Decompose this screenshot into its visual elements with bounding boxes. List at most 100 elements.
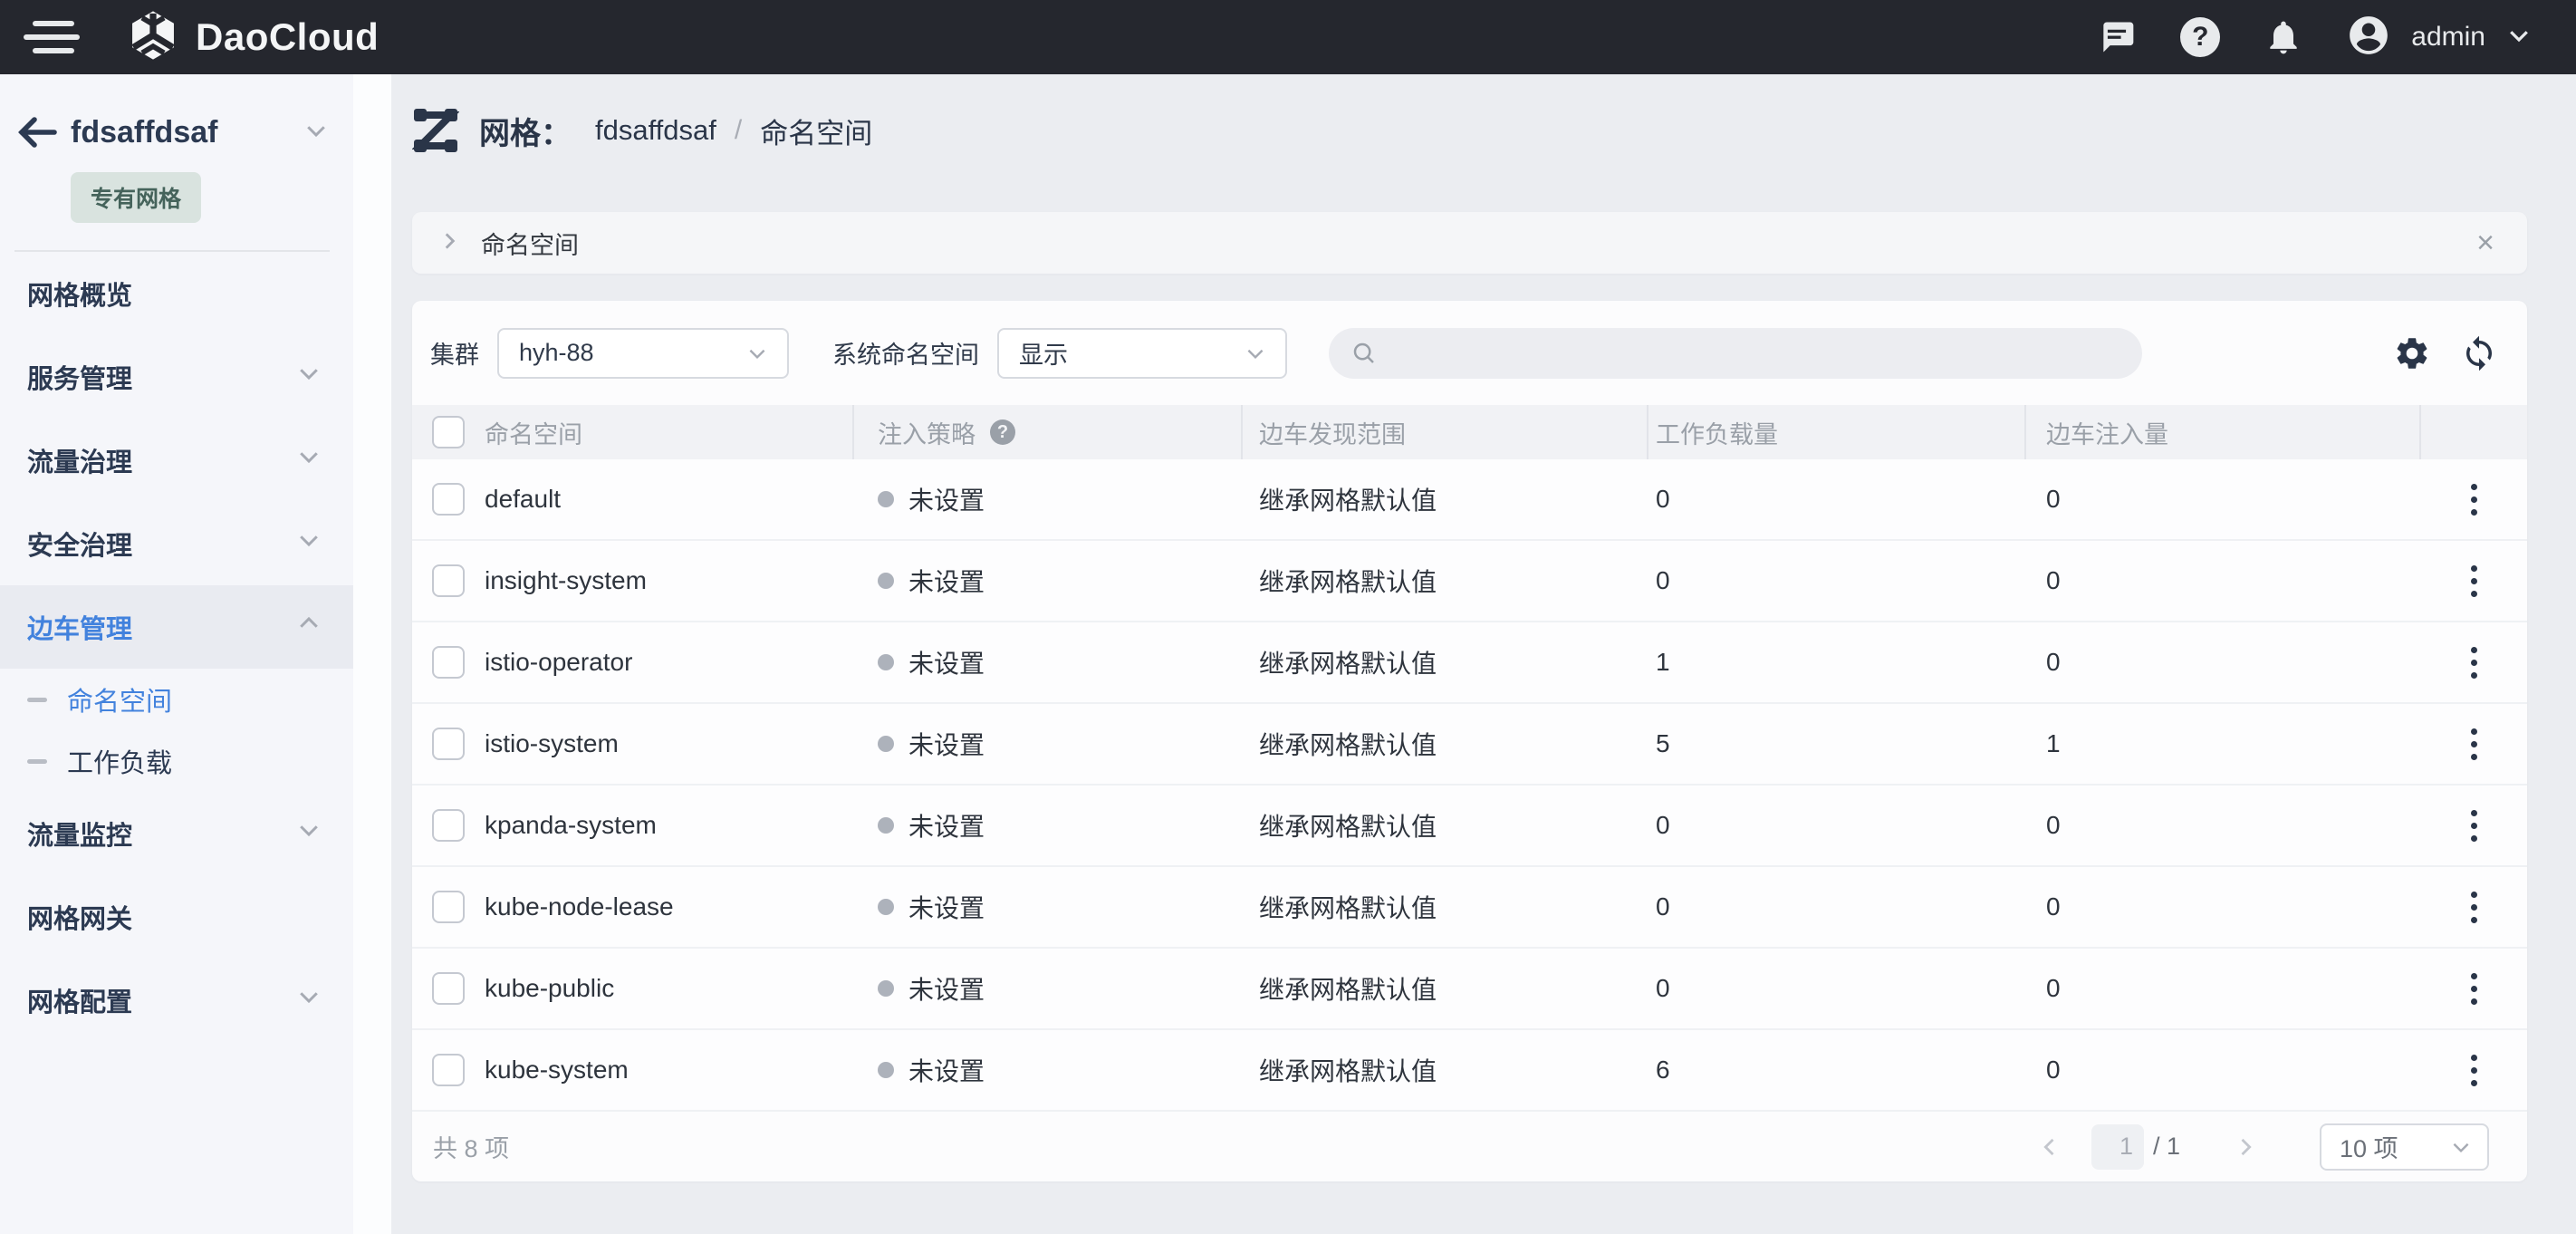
- brand-name: DaoCloud: [196, 15, 379, 59]
- scope-text: 继承网格默认值: [1243, 1052, 1648, 1088]
- collapsible-info-panel: 命名空间 ×: [412, 212, 2527, 274]
- scope-text: 继承网格默认值: [1243, 481, 1648, 517]
- next-page-chevron-icon[interactable]: [2227, 1129, 2264, 1165]
- scope-text: 继承网格默认值: [1243, 726, 1648, 762]
- namespace-name: kube-system: [485, 1056, 854, 1085]
- row-checkbox[interactable]: [432, 564, 465, 597]
- search-input[interactable]: [1392, 339, 2120, 367]
- policy-status-dot: [878, 980, 894, 997]
- menu-toggle-icon[interactable]: [24, 19, 80, 55]
- row-checkbox[interactable]: [432, 1054, 465, 1086]
- row-actions-kebab-icon[interactable]: [2464, 884, 2485, 930]
- injected-count: 0: [2026, 811, 2421, 840]
- row-actions-kebab-icon[interactable]: [2464, 1047, 2485, 1094]
- user-menu[interactable]: admin: [2346, 13, 2533, 63]
- policy-text: 未设置: [908, 481, 985, 517]
- sidebar-item-mesh-config[interactable]: 网格配置: [0, 959, 353, 1042]
- namespace-name: kube-node-lease: [485, 892, 854, 921]
- chevron-down-icon: [295, 526, 322, 561]
- sidebar-subitem-namespaces[interactable]: 命名空间: [0, 669, 353, 730]
- policy-text: 未设置: [908, 889, 985, 925]
- injection-policy-help-icon[interactable]: ?: [990, 419, 1015, 445]
- namespace-table-card: 集群 hyh-88 系统命名空间 显示: [412, 301, 2527, 1181]
- policy-text: 未设置: [908, 726, 985, 762]
- row-actions-kebab-icon[interactable]: [2464, 558, 2485, 604]
- sidebar-subitem-workloads[interactable]: 工作负载: [0, 730, 353, 792]
- workload-count: 1: [1648, 648, 2026, 677]
- row-actions-kebab-icon[interactable]: [2464, 966, 2485, 1012]
- injected-count: 1: [2026, 729, 2421, 758]
- notifications-bell-icon[interactable]: [2263, 16, 2304, 58]
- col-header-namespace: 命名空间: [485, 405, 854, 459]
- injected-count: 0: [2026, 485, 2421, 514]
- page-size-select[interactable]: 10 项: [2320, 1123, 2489, 1171]
- table-settings-gear-icon[interactable]: [2391, 333, 2433, 374]
- injected-count: 0: [2026, 974, 2421, 1003]
- sidebar-item-mesh-overview[interactable]: 网格概览: [0, 252, 353, 335]
- policy-text: 未设置: [908, 970, 985, 1007]
- row-actions-kebab-icon[interactable]: [2464, 640, 2485, 686]
- panel-title: 命名空间: [481, 226, 579, 261]
- scope-text: 继承网格默认值: [1243, 889, 1648, 925]
- row-checkbox[interactable]: [432, 483, 465, 516]
- panel-close-icon[interactable]: ×: [2476, 227, 2494, 258]
- sidebar-mesh-name: fdsaffdsaf: [71, 115, 303, 150]
- search-box: [1329, 328, 2142, 379]
- row-actions-kebab-icon[interactable]: [2464, 803, 2485, 849]
- sidebar-scrollbar-gutter[interactable]: [353, 74, 391, 1234]
- breadcrumb-mesh-name[interactable]: fdsaffdsaf: [595, 114, 716, 147]
- brand: DaoCloud: [127, 9, 379, 66]
- sidebar-item-traffic-governance[interactable]: 流量治理: [0, 419, 353, 502]
- policy-text: 未设置: [908, 644, 985, 680]
- policy-status-dot: [878, 1062, 894, 1078]
- prev-page-chevron-icon[interactable]: [2032, 1129, 2068, 1165]
- table-row: kube-public 未设置 继承网格默认值 0 0: [412, 949, 2527, 1030]
- chevron-down-icon: [1244, 342, 1267, 365]
- back-arrow-icon[interactable]: [14, 114, 58, 150]
- policy-text: 未设置: [908, 1052, 985, 1088]
- mesh-switcher-chevron-icon[interactable]: [303, 117, 330, 149]
- scope-text: 继承网格默认值: [1243, 807, 1648, 844]
- injected-count: 0: [2026, 1056, 2421, 1085]
- feedback-chat-icon[interactable]: [2096, 16, 2138, 58]
- sidebar-item-traffic-monitoring[interactable]: 流量监控: [0, 792, 353, 875]
- page-total-label: / 1: [2153, 1133, 2180, 1161]
- system-namespace-select[interactable]: 显示: [997, 328, 1287, 379]
- sidebar-item-security-governance[interactable]: 安全治理: [0, 502, 353, 585]
- cluster-select[interactable]: hyh-88: [497, 328, 789, 379]
- select-all-checkbox[interactable]: [432, 416, 465, 448]
- mesh-icon: [412, 107, 459, 154]
- row-checkbox[interactable]: [432, 646, 465, 679]
- namespace-name: istio-system: [485, 729, 854, 758]
- help-glyph: ?: [2180, 17, 2220, 57]
- system-namespace-label: 系统命名空间: [832, 335, 979, 371]
- injected-count: 0: [2026, 566, 2421, 595]
- col-header-discovery-scope: 边车发现范围: [1243, 405, 1648, 459]
- refresh-icon[interactable]: [2458, 333, 2500, 374]
- row-checkbox[interactable]: [432, 728, 465, 760]
- injected-count: 0: [2026, 648, 2421, 677]
- row-checkbox[interactable]: [432, 972, 465, 1005]
- row-actions-kebab-icon[interactable]: [2464, 721, 2485, 767]
- help-icon[interactable]: ?: [2179, 16, 2221, 58]
- current-page-input[interactable]: 1: [2091, 1124, 2144, 1170]
- workload-count: 6: [1648, 1056, 2026, 1085]
- namespace-name: insight-system: [485, 566, 854, 595]
- panel-expand-chevron-icon[interactable]: [437, 229, 461, 257]
- cluster-label: 集群: [430, 335, 479, 371]
- table-row: insight-system 未设置 继承网格默认值 0 0: [412, 541, 2527, 622]
- row-checkbox[interactable]: [432, 809, 465, 842]
- sidebar-item-mesh-gateway[interactable]: 网格网关: [0, 875, 353, 959]
- chevron-down-icon: [295, 816, 322, 851]
- workload-count: 0: [1648, 485, 2026, 514]
- injected-count: 0: [2026, 892, 2421, 921]
- chevron-down-icon: [295, 443, 322, 477]
- scope-text: 继承网格默认值: [1243, 563, 1648, 599]
- col-header-injection-policy: 注入策略: [878, 415, 976, 450]
- sidebar-item-sidecar-mgmt[interactable]: 边车管理: [0, 585, 353, 669]
- sidebar-item-service-mgmt[interactable]: 服务管理: [0, 335, 353, 419]
- row-actions-kebab-icon[interactable]: [2464, 477, 2485, 523]
- table-row: default 未设置 继承网格默认值 0 0: [412, 459, 2527, 541]
- avatar: [2346, 13, 2391, 63]
- row-checkbox[interactable]: [432, 891, 465, 923]
